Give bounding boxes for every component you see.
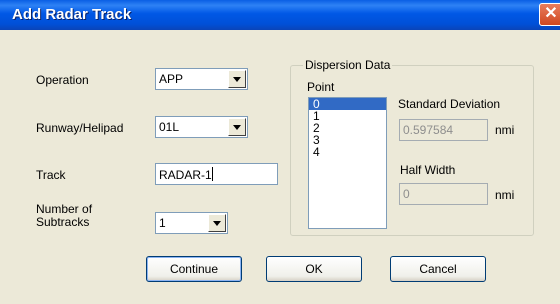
point-listbox[interactable]: 0 1 2 3 4 (308, 97, 387, 229)
point-label: Point (307, 80, 335, 94)
runway-value: 01L (159, 120, 180, 134)
half-width-value: 0 (403, 187, 410, 201)
half-width-label: Half Width (400, 163, 456, 177)
track-input[interactable]: RADAR-1 (155, 163, 278, 185)
close-button[interactable]: ✕ (539, 3, 560, 26)
runway-combo[interactable]: 01L (155, 116, 248, 138)
list-item[interactable]: 0 (309, 98, 386, 110)
std-dev-value: 0.597584 (403, 123, 454, 137)
std-dev-label: Standard Deviation (398, 97, 501, 111)
list-item[interactable]: 2 (309, 122, 386, 134)
list-item[interactable]: 4 (309, 146, 386, 158)
track-value: RADAR-1 (159, 167, 213, 182)
track-label: Track (36, 168, 66, 182)
chevron-down-icon[interactable] (228, 70, 246, 88)
chevron-down-icon[interactable] (208, 214, 226, 232)
close-icon: ✕ (544, 5, 558, 22)
std-dev-field: 0.597584 (399, 119, 488, 141)
operation-label: Operation (36, 73, 89, 87)
cancel-button[interactable]: Cancel (390, 256, 486, 282)
subtracks-combo[interactable]: 1 (155, 212, 228, 234)
std-dev-unit: nmi (495, 123, 515, 137)
continue-button[interactable]: Continue (146, 256, 242, 282)
subtracks-label: Number of Subtracks (36, 202, 93, 229)
dispersion-group-label: Dispersion Data (303, 58, 393, 72)
subtracks-value: 1 (159, 216, 166, 230)
half-width-unit: nmi (495, 188, 515, 202)
list-item[interactable]: 1 (309, 110, 386, 122)
runway-label: Runway/Helipad (36, 121, 124, 135)
list-item[interactable]: 3 (309, 134, 386, 146)
operation-value: APP (159, 72, 184, 86)
half-width-field: 0 (399, 183, 488, 205)
title-bar: Add Radar Track (0, 0, 560, 30)
chevron-down-icon[interactable] (228, 118, 246, 136)
window-title: Add Radar Track (12, 6, 132, 23)
operation-combo[interactable]: APP (155, 68, 248, 90)
ok-button[interactable]: OK (266, 256, 362, 282)
